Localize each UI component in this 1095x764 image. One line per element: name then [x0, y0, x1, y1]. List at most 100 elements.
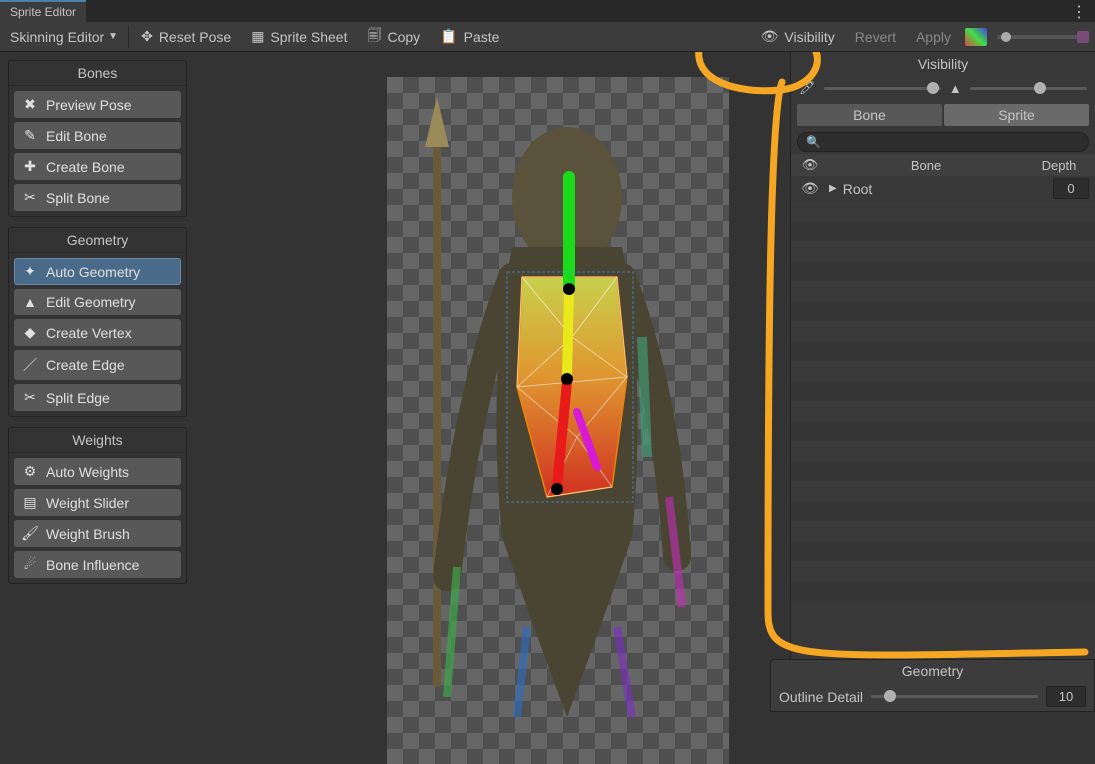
- col-depth: Depth: [1029, 158, 1089, 173]
- auto-geometry-button[interactable]: ✦ Auto Geometry: [14, 258, 181, 285]
- apply-button[interactable]: Apply: [906, 25, 961, 49]
- col-visible-icon: 👁: [797, 157, 823, 173]
- geometry-panel: Geometry ✦ Auto Geometry ▲Edit Geometry ◆…: [8, 227, 187, 417]
- list-row[interactable]: 👁 ▶ Root 0: [791, 176, 1095, 201]
- sprite-sheet-button[interactable]: ▦ Sprite Sheet: [241, 24, 357, 49]
- sprite-canvas[interactable]: [387, 77, 729, 764]
- edit-bone-icon: ✎: [22, 127, 38, 144]
- outline-detail-label: Outline Detail: [779, 689, 863, 705]
- outline-detail-value[interactable]: 10: [1046, 686, 1086, 707]
- weights-panel: Weights ⚙ Auto Weights ▤Weight Slider 🖌We…: [8, 427, 187, 584]
- mesh-opacity-thumb[interactable]: [1034, 82, 1046, 94]
- visibility-button[interactable]: 👁 Visibility: [751, 24, 845, 49]
- preview-pose-label: Preview Pose: [46, 97, 132, 113]
- zoom-end-icon: [1077, 31, 1089, 43]
- character-sprite: [387, 77, 729, 764]
- bone-influence-button[interactable]: ☄Bone Influence: [14, 551, 181, 578]
- outline-detail-thumb[interactable]: [884, 690, 896, 702]
- tab-bone[interactable]: Bone: [797, 104, 942, 126]
- search-icon: 🔍: [806, 135, 821, 149]
- reset-pose-label: Reset Pose: [159, 29, 231, 45]
- weights-title: Weights: [9, 428, 186, 453]
- copy-button[interactable]: 🗐 Copy: [357, 21, 430, 53]
- create-edge-button[interactable]: ／ Create Edge: [14, 350, 181, 380]
- empty-rows: [791, 201, 1095, 601]
- geometry-title: Geometry: [9, 228, 186, 253]
- row-expand-icon[interactable]: ▶: [829, 183, 837, 194]
- copy-label: Copy: [387, 29, 420, 45]
- bone-influence-icon: ☄: [22, 556, 38, 573]
- visibility-panel: Visibility 🖊 ▲ Bone Sprite 🔍 👁 Bone Dept…: [790, 52, 1095, 712]
- preview-pose-icon: ✖: [22, 96, 38, 113]
- create-edge-label: Create Edge: [46, 357, 125, 373]
- mode-dropdown[interactable]: Skinning Editor ▼: [2, 25, 126, 49]
- preview-pose-button[interactable]: ✖ Preview Pose: [14, 91, 181, 118]
- create-vertex-icon: ◆: [22, 324, 38, 341]
- create-bone-label: Create Bone: [46, 159, 125, 175]
- list-body: 👁 ▶ Root 0: [791, 176, 1095, 712]
- bone-opacity-slider[interactable]: [824, 87, 941, 90]
- zoom-slider[interactable]: [997, 35, 1087, 39]
- col-bone: Bone: [823, 158, 1029, 173]
- row-depth-field[interactable]: 0: [1053, 178, 1089, 199]
- edit-geometry-icon: ▲: [22, 294, 38, 310]
- tab-bar: Sprite Editor ⋮: [0, 0, 1095, 22]
- row-eye-icon[interactable]: 👁: [797, 180, 823, 197]
- edit-bone-button[interactable]: ✎ Edit Bone: [14, 122, 181, 149]
- create-bone-button[interactable]: ✚ Create Bone: [14, 153, 181, 180]
- reset-pose-button[interactable]: ✥ Reset Pose: [131, 24, 241, 49]
- create-vertex-button[interactable]: ◆ Create Vertex: [14, 319, 181, 346]
- weight-brush-button[interactable]: 🖌Weight Brush: [14, 520, 181, 547]
- toolbar: Skinning Editor ▼ ✥ Reset Pose ▦ Sprite …: [0, 22, 1095, 52]
- visibility-title: Visibility: [791, 52, 1095, 76]
- create-bone-icon: ✚: [22, 158, 38, 175]
- bone-opacity-thumb[interactable]: [927, 82, 939, 94]
- geometry-settings-title: Geometry: [771, 660, 1094, 682]
- revert-button[interactable]: Revert: [845, 25, 906, 49]
- split-edge-label: Split Edge: [46, 390, 110, 406]
- auto-geometry-icon: ✦: [22, 263, 38, 280]
- copy-icon: 🗐: [367, 25, 381, 49]
- separator: [128, 26, 129, 48]
- split-bone-icon: ✂: [22, 189, 38, 206]
- auto-geometry-label: Auto Geometry: [46, 264, 140, 280]
- sprite-sheet-icon: ▦: [251, 28, 264, 45]
- mesh-opacity-icon: ▲: [949, 81, 962, 96]
- toolbar-right: 👁 Visibility Revert Apply: [751, 24, 1093, 49]
- edit-geometry-button[interactable]: ▲Edit Geometry: [14, 289, 181, 315]
- main: Bones ✖Preview Pose ✎Edit Bone ✚Create B…: [0, 52, 1095, 712]
- bone-opacity-icon: 🖊: [799, 80, 816, 96]
- create-edge-icon: ／: [22, 355, 38, 375]
- tab-sprite-editor[interactable]: Sprite Editor: [0, 0, 86, 22]
- bones-panel: Bones ✖Preview Pose ✎Edit Bone ✚Create B…: [8, 60, 187, 217]
- chevron-down-icon: ▼: [108, 31, 118, 42]
- weight-slider-icon: ▤: [22, 494, 38, 511]
- split-bone-button[interactable]: ✂ Split Bone: [14, 184, 181, 211]
- weight-slider-button[interactable]: ▤Weight Slider: [14, 489, 181, 516]
- outline-detail-slider[interactable]: [871, 695, 1038, 698]
- kebab-menu-icon[interactable]: ⋮: [1063, 0, 1095, 22]
- outline-detail-row: Outline Detail 10: [771, 682, 1094, 711]
- zoom-thumb[interactable]: [1001, 32, 1011, 42]
- auto-weights-icon: ⚙: [22, 463, 38, 480]
- sprite-sheet-label: Sprite Sheet: [270, 29, 347, 45]
- auto-weights-label: Auto Weights: [46, 464, 129, 480]
- tab-sprite[interactable]: Sprite: [944, 104, 1089, 126]
- weight-brush-icon: 🖌: [22, 525, 38, 542]
- search-input[interactable]: 🔍: [797, 132, 1089, 152]
- color-swatch[interactable]: [965, 28, 987, 46]
- create-vertex-label: Create Vertex: [46, 325, 132, 341]
- split-bone-label: Split Bone: [46, 190, 110, 206]
- auto-weights-button[interactable]: ⚙ Auto Weights: [14, 458, 181, 485]
- mode-label: Skinning Editor: [10, 29, 104, 45]
- list-header: 👁 Bone Depth: [791, 154, 1095, 176]
- split-edge-button[interactable]: ✂ Split Edge: [14, 384, 181, 411]
- paste-button[interactable]: 📋 Paste: [430, 24, 509, 49]
- left-panel: Bones ✖Preview Pose ✎Edit Bone ✚Create B…: [0, 52, 195, 712]
- visibility-sliders: 🖊 ▲: [791, 76, 1095, 100]
- paste-label: Paste: [464, 29, 500, 45]
- revert-label: Revert: [855, 29, 896, 45]
- split-edge-icon: ✂: [22, 389, 38, 406]
- mesh-opacity-slider[interactable]: [970, 87, 1087, 90]
- edit-bone-label: Edit Bone: [46, 128, 107, 144]
